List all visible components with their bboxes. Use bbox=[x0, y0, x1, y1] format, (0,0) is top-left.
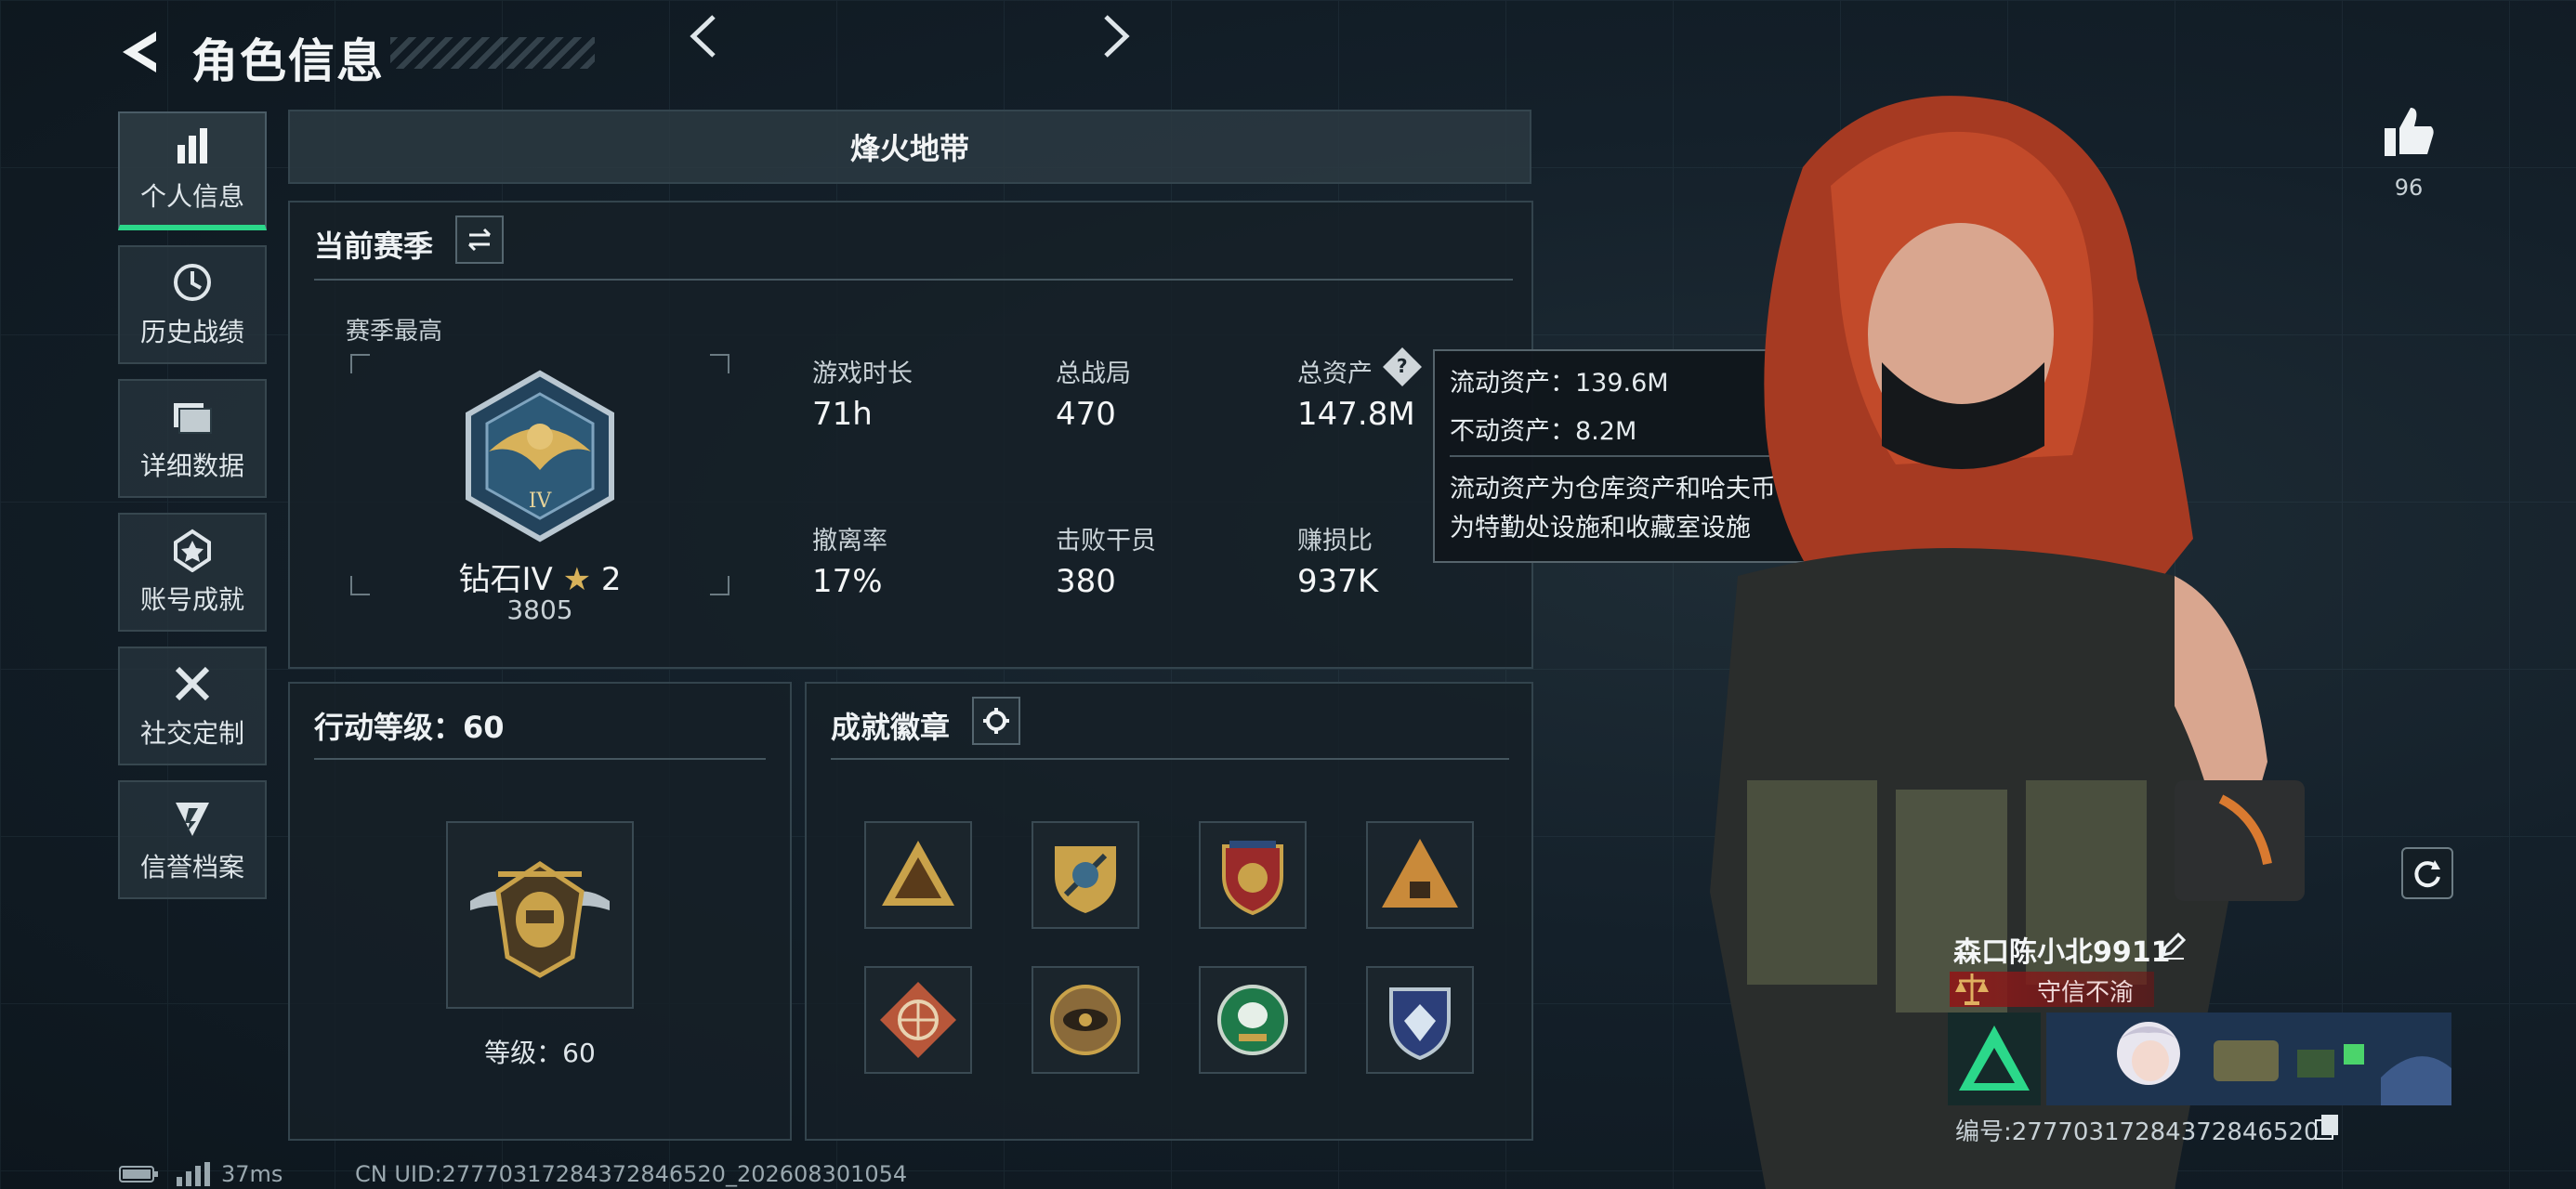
crystal-shield-badge-icon bbox=[1389, 987, 1451, 1061]
svg-text:IV: IV bbox=[529, 490, 553, 513]
credit-rating-text: 守信不渝 bbox=[2037, 979, 2135, 1007]
achievement-badge[interactable] bbox=[864, 821, 972, 929]
star-icon: ★ bbox=[562, 561, 592, 598]
rank-name: 钻石IV bbox=[458, 561, 553, 598]
chevron-left-icon[interactable] bbox=[684, 13, 725, 59]
achievement-badge[interactable] bbox=[1366, 821, 1474, 929]
mode-switcher: 烽火地带 bbox=[288, 110, 1531, 184]
sidebar-item-label: 社交定制 bbox=[139, 718, 244, 749]
stat-value-play-time: 71h bbox=[812, 396, 873, 433]
refresh-icon bbox=[2414, 860, 2440, 888]
triangle-logo-icon bbox=[1959, 1026, 2030, 1091]
sidebar-item-label: 账号成就 bbox=[139, 584, 244, 615]
uid-line: CN UID:27770317284372846520_202608301054 bbox=[355, 1161, 908, 1187]
team-logo bbox=[1948, 1013, 2041, 1105]
status-row: 37ms bbox=[119, 1161, 283, 1187]
sidebar-item-label: 信誉档案 bbox=[139, 852, 244, 882]
achievement-badge[interactable] bbox=[1366, 966, 1474, 1074]
credit-icon bbox=[176, 803, 209, 836]
signal-icon bbox=[177, 1162, 210, 1186]
sidebar-item-personal-info[interactable]: 个人信息 bbox=[118, 111, 267, 230]
battery-icon bbox=[119, 1166, 158, 1182]
diamond-compass-badge-icon bbox=[880, 982, 956, 1058]
stat-label-operators-defeated: 击败干员 bbox=[1056, 527, 1156, 555]
sidebar-item-history[interactable]: 历史战绩 bbox=[118, 245, 267, 364]
thumbs-up-icon[interactable] bbox=[2381, 104, 2437, 160]
achievements-settings-button[interactable] bbox=[972, 697, 1020, 745]
sidebar-item-achievements[interactable]: 账号成就 bbox=[118, 513, 267, 632]
action-level-heading: 行动等级：60 bbox=[314, 710, 505, 745]
level-badge-frame bbox=[446, 821, 634, 1009]
pyramid-badge-icon bbox=[1382, 839, 1458, 908]
chevron-right-icon[interactable] bbox=[1095, 13, 1136, 59]
eye-badge-icon bbox=[1050, 985, 1121, 1055]
emerald-badge-icon bbox=[1217, 985, 1288, 1055]
star-shield-badge-icon bbox=[1222, 841, 1283, 916]
folder-icon bbox=[174, 403, 212, 434]
level-label: 等级：60 bbox=[484, 1038, 596, 1068]
stat-label-total-matches: 总战局 bbox=[1056, 359, 1131, 388]
stat-label-total-assets: 总资产 bbox=[1297, 359, 1373, 388]
mode-title: 烽火地带 bbox=[849, 131, 969, 166]
sidebar-item-credit[interactable]: 信誉档案 bbox=[118, 780, 267, 899]
stat-label-profit-loss: 赚损比 bbox=[1297, 527, 1373, 555]
sidebar-item-label: 历史战绩 bbox=[139, 317, 244, 347]
stat-value-profit-loss: 937K bbox=[1297, 563, 1379, 600]
stat-value-total-matches: 470 bbox=[1056, 396, 1116, 433]
sidebar-item-label: 个人信息 bbox=[139, 181, 244, 212]
achievements-divider bbox=[831, 758, 1509, 760]
helicopter-badge-icon bbox=[470, 860, 610, 978]
achievement-badge[interactable] bbox=[1032, 821, 1139, 929]
player-name: 森口陈小北9911 bbox=[1953, 936, 2171, 969]
stat-value-total-assets: 147.8M bbox=[1297, 396, 1415, 433]
achievement-badge[interactable] bbox=[1032, 966, 1139, 1074]
rank-score: 3805 bbox=[506, 594, 573, 625]
achievements-heading: 成就徽章 bbox=[831, 710, 951, 745]
diamond-rank-emblem-icon: IV bbox=[466, 370, 614, 542]
player-id: 编号:27770317284372846520 bbox=[1955, 1118, 2320, 1146]
bar-chart-icon bbox=[177, 128, 207, 163]
back-arrow-icon[interactable] bbox=[119, 28, 164, 76]
season-best-label: 赛季最高 bbox=[346, 318, 443, 346]
action-level-divider bbox=[314, 758, 766, 760]
stat-value-operators-defeated: 380 bbox=[1056, 563, 1116, 600]
season-switch-button[interactable] bbox=[455, 216, 504, 264]
gear-icon bbox=[983, 708, 1009, 734]
title-decoration bbox=[390, 37, 595, 69]
rotate-model-button[interactable] bbox=[2401, 847, 2453, 899]
shield-swords-badge-icon bbox=[1055, 846, 1116, 913]
sidebar: 个人信息 历史战绩 详细数据 账号成就 社交定制 信誉档案 bbox=[118, 111, 269, 914]
achievement-icon bbox=[174, 529, 211, 572]
sidebar-item-detailed-data[interactable]: 详细数据 bbox=[118, 379, 267, 498]
history-icon bbox=[174, 264, 211, 301]
rank-name-row: 钻石IV ★ 2 bbox=[349, 554, 730, 599]
stat-label-extraction-rate: 撤离率 bbox=[812, 527, 887, 555]
network-ping: 37ms bbox=[221, 1161, 283, 1187]
achievement-badge[interactable] bbox=[864, 966, 972, 1074]
sidebar-item-social[interactable]: 社交定制 bbox=[118, 647, 267, 765]
page-title: 角色信息 bbox=[191, 34, 385, 88]
achievement-badge[interactable] bbox=[1199, 966, 1307, 1074]
triangle-crest-badge-icon bbox=[882, 841, 954, 906]
achievement-badge[interactable] bbox=[1199, 821, 1307, 929]
sidebar-item-label: 详细数据 bbox=[139, 451, 244, 481]
tools-icon bbox=[175, 666, 210, 701]
edit-pencil-icon[interactable] bbox=[2158, 931, 2188, 960]
rank-stars: 2 bbox=[600, 561, 622, 598]
like-count: 96 bbox=[2394, 175, 2424, 201]
anime-banner-art bbox=[2046, 1013, 2451, 1105]
profile-banner[interactable] bbox=[2046, 1013, 2451, 1105]
stat-label-play-time: 游戏时长 bbox=[812, 359, 913, 388]
character-info-screen: 角色信息 个人信息 历史战绩 详细数据 账号成就 社交定制 信誉档案 烽火地带 … bbox=[0, 0, 2576, 1189]
season-heading: 当前赛季 bbox=[314, 229, 434, 264]
season-divider bbox=[314, 279, 1513, 281]
copy-icon[interactable] bbox=[2314, 1113, 2340, 1141]
scale-icon bbox=[1955, 973, 1989, 1005]
stat-value-extraction-rate: 17% bbox=[812, 563, 883, 600]
swap-icon bbox=[467, 228, 492, 252]
